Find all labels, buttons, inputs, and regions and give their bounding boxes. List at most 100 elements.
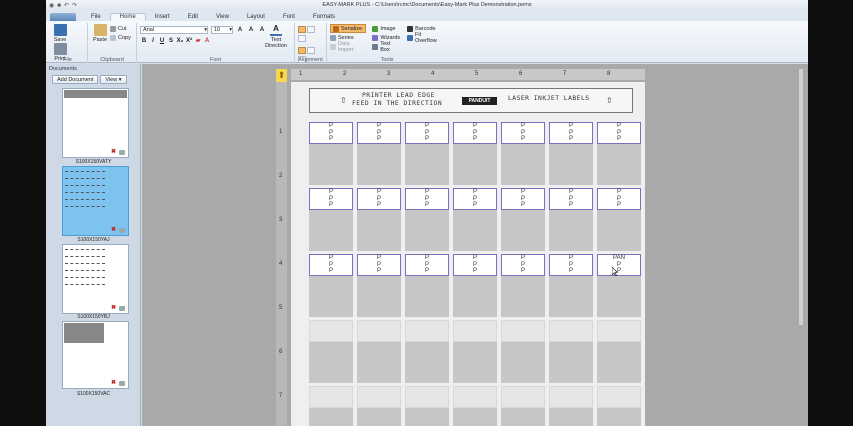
- label-cell[interactable]: PPP: [597, 188, 641, 251]
- label-text-area[interactable]: PPP: [501, 254, 545, 276]
- label-text-area[interactable]: PPP: [597, 122, 641, 144]
- font-color-icon[interactable]: A: [203, 37, 211, 44]
- label-text-area[interactable]: PPP: [405, 386, 449, 408]
- tab-layout[interactable]: Layout: [238, 14, 274, 21]
- label-text-area[interactable]: PAN P P: [597, 254, 641, 276]
- document-thumbnail-1[interactable]: ✖: [62, 88, 129, 158]
- data-import-button[interactable]: Data Import: [330, 41, 366, 53]
- align-center-icon[interactable]: [307, 26, 315, 33]
- label-cell[interactable]: PPP: [357, 386, 401, 426]
- font-name-select[interactable]: Arial ▾: [140, 26, 208, 34]
- label-cell[interactable]: PPP: [453, 188, 497, 251]
- label-cell[interactable]: PPP: [309, 320, 353, 383]
- document-thumbnail-3[interactable]: ✖: [62, 244, 129, 314]
- label-cell[interactable]: PPP: [549, 254, 593, 317]
- strikethrough-button[interactable]: S: [167, 37, 175, 44]
- label-text-area[interactable]: PPP: [405, 188, 449, 210]
- label-cell[interactable]: PPP: [309, 386, 353, 426]
- highlight-color-icon[interactable]: ▰: [194, 37, 202, 44]
- label-cell[interactable]: PPP: [501, 188, 545, 251]
- label-text-area[interactable]: PPP: [597, 320, 641, 342]
- view-dropdown-button[interactable]: View ▾: [100, 75, 127, 84]
- label-text-area[interactable]: PPP: [549, 122, 593, 144]
- subscript-button[interactable]: X₂: [176, 37, 184, 44]
- tab-home[interactable]: Home: [109, 13, 146, 21]
- underline-button[interactable]: U: [158, 37, 166, 44]
- label-text-area[interactable]: PPP: [501, 386, 545, 408]
- label-cell[interactable]: PPP: [405, 254, 449, 317]
- label-text-area[interactable]: PPP: [453, 122, 497, 144]
- label-text-area[interactable]: PPP: [453, 254, 497, 276]
- label-cell[interactable]: PPP: [597, 386, 641, 426]
- delete-document-icon[interactable]: ✖: [111, 226, 116, 233]
- feed-direction-arrow-icon[interactable]: ⬆: [276, 69, 287, 82]
- label-text-area[interactable]: PPP: [453, 320, 497, 342]
- superscript-button[interactable]: X²: [185, 37, 193, 44]
- label-text-area[interactable]: PPP: [357, 188, 401, 210]
- cut-button[interactable]: Cut: [110, 24, 131, 33]
- label-cell[interactable]: PPP: [549, 122, 593, 185]
- label-text-area[interactable]: PPP: [501, 122, 545, 144]
- label-cell[interactable]: PPP: [501, 254, 545, 317]
- label-cell[interactable]: PPP: [453, 386, 497, 426]
- serialize-button[interactable]: Serialize: [330, 24, 367, 33]
- label-cell[interactable]: PPP: [549, 386, 593, 426]
- shrink-font-icon[interactable]: A: [247, 26, 255, 33]
- label-cell[interactable]: PPP: [597, 122, 641, 185]
- document-canvas[interactable]: ⬆ 1 2 3 4 5 6 7 8 1 2 3 4 5 6 7 ⇧ PRINTE…: [142, 64, 808, 426]
- label-text-area[interactable]: PPP: [309, 320, 353, 342]
- grow-font-icon[interactable]: A: [236, 26, 244, 33]
- document-thumbnail-2[interactable]: ✖: [62, 166, 129, 236]
- label-text-area[interactable]: PPP: [357, 386, 401, 408]
- delete-document-icon[interactable]: ✖: [111, 148, 116, 155]
- label-text-area[interactable]: PPP: [501, 320, 545, 342]
- label-cell[interactable]: PPP: [453, 122, 497, 185]
- label-cell[interactable]: PPP: [405, 320, 449, 383]
- align-top-icon[interactable]: [298, 47, 306, 54]
- label-cell[interactable]: PPP: [501, 320, 545, 383]
- align-right-icon[interactable]: [298, 35, 306, 42]
- text-box-button[interactable]: Text Box: [372, 41, 401, 53]
- tab-formats[interactable]: Formats: [304, 14, 344, 21]
- font-size-select[interactable]: 10 ▾: [211, 26, 233, 34]
- label-cell[interactable]: PPP: [405, 386, 449, 426]
- fit-overflow-button[interactable]: Fit Overflow: [407, 32, 444, 44]
- vertical-scrollbar[interactable]: [798, 68, 804, 326]
- label-cell[interactable]: PPP: [405, 188, 449, 251]
- label-text-area[interactable]: PPP: [309, 122, 353, 144]
- delete-document-icon[interactable]: ✖: [111, 379, 116, 386]
- label-text-area[interactable]: PPP: [309, 386, 353, 408]
- edit-document-icon[interactable]: [119, 381, 125, 386]
- label-cell[interactable]: PPP: [357, 320, 401, 383]
- label-text-area[interactable]: PPP: [309, 188, 353, 210]
- scrollbar-thumb[interactable]: [799, 69, 803, 325]
- bold-button[interactable]: B: [140, 37, 148, 44]
- label-text-area[interactable]: PPP: [597, 188, 641, 210]
- label-text-area[interactable]: PPP: [405, 320, 449, 342]
- label-text-area[interactable]: PPP: [549, 188, 593, 210]
- label-cell[interactable]: PPP: [405, 122, 449, 185]
- image-button[interactable]: Image: [372, 24, 401, 33]
- label-cell[interactable]: PPP: [453, 320, 497, 383]
- label-cell[interactable]: PPP: [597, 320, 641, 383]
- add-document-button[interactable]: Add Document: [52, 75, 99, 84]
- label-cell[interactable]: PPP: [357, 188, 401, 251]
- label-text-area[interactable]: PPP: [549, 386, 593, 408]
- align-left-icon[interactable]: [298, 26, 306, 33]
- label-text-area[interactable]: PPP: [357, 122, 401, 144]
- label-text-area[interactable]: PPP: [357, 320, 401, 342]
- tab-font[interactable]: Font: [274, 14, 304, 21]
- label-cell[interactable]: PPP: [549, 188, 593, 251]
- label-cell[interactable]: PAN P P: [597, 254, 641, 317]
- label-cell[interactable]: PPP: [309, 254, 353, 317]
- label-text-area[interactable]: PPP: [597, 386, 641, 408]
- paste-button[interactable]: Paste: [91, 24, 109, 43]
- label-text-area[interactable]: PPP: [549, 254, 593, 276]
- label-text-area[interactable]: PPP: [357, 254, 401, 276]
- tab-edit[interactable]: Edit: [179, 14, 207, 21]
- label-cell[interactable]: PPP: [357, 254, 401, 317]
- save-button[interactable]: Save: [51, 24, 69, 43]
- edit-document-icon[interactable]: [119, 228, 125, 233]
- label-text-area[interactable]: PPP: [453, 386, 497, 408]
- label-cell[interactable]: PPP: [309, 122, 353, 185]
